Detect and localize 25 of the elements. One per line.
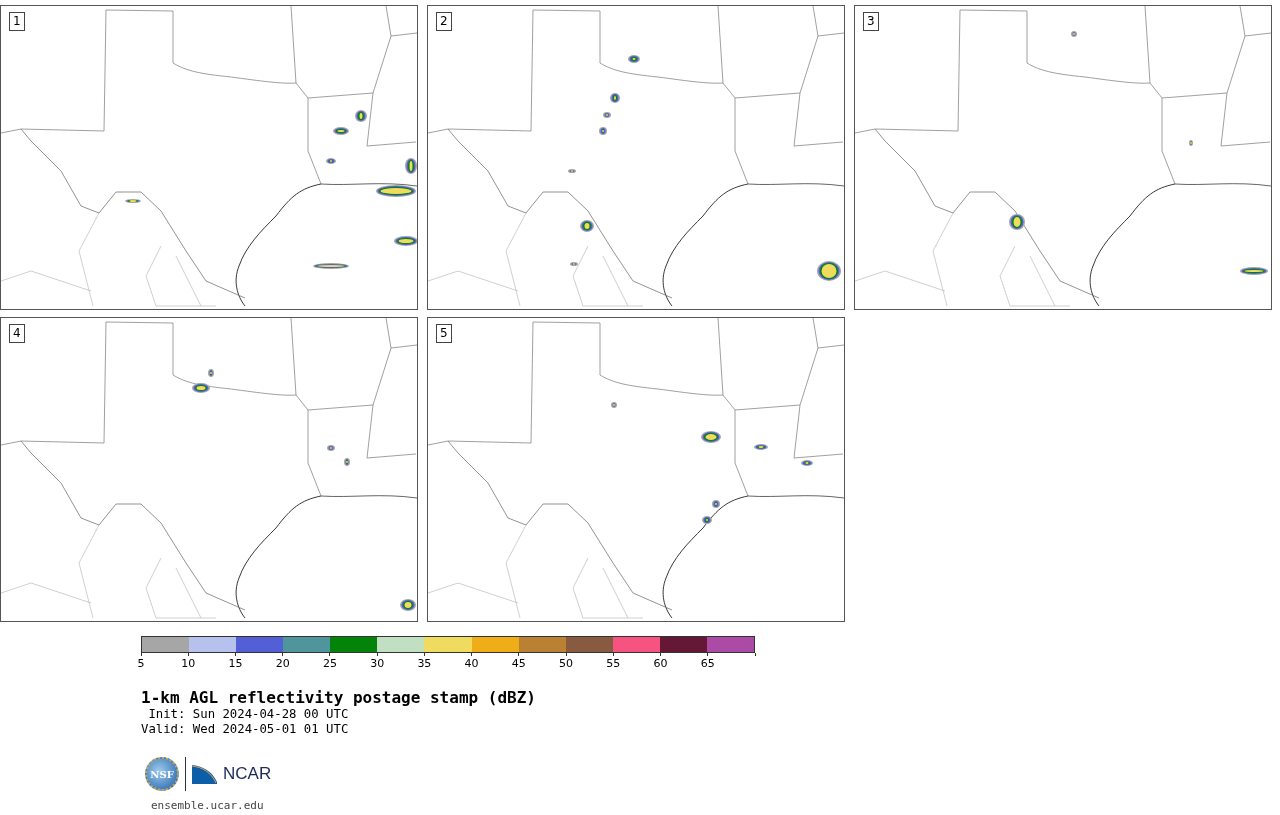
- panel-number: 4: [9, 324, 25, 343]
- valid-time: Valid: Wed 2024-05-01 01 UTC: [141, 722, 350, 737]
- tick-label: 35: [417, 657, 432, 670]
- tick-label: 50: [559, 657, 574, 670]
- tick-label: 20: [275, 657, 290, 670]
- chart-title: 1-km AGL reflectivity postage stamp (dBZ): [141, 689, 537, 707]
- panel-number: 3: [863, 12, 879, 31]
- tick-label: 40: [464, 657, 479, 670]
- tick-label: 30: [370, 657, 385, 670]
- website-url: ensemble.ucar.edu: [150, 799, 265, 812]
- init-time: Init: Sun 2024-04-28 00 UTC: [147, 707, 350, 722]
- panel-number: 1: [9, 12, 25, 31]
- tick-label: 65: [700, 657, 715, 670]
- tick-label: 15: [228, 657, 243, 670]
- tick-label: 60: [653, 657, 668, 670]
- tick-label: 10: [181, 657, 196, 670]
- tick-label: 25: [322, 657, 337, 670]
- ncar-logo: NCAR: [223, 766, 272, 782]
- tick-label: 55: [606, 657, 621, 670]
- tick-label: 45: [511, 657, 526, 670]
- swoosh-icon: [192, 764, 217, 784]
- tick-label: 5: [137, 657, 145, 670]
- panel-number: 2: [436, 12, 452, 31]
- nsf-logo: NSF: [145, 757, 179, 791]
- panel-number: 5: [436, 324, 452, 343]
